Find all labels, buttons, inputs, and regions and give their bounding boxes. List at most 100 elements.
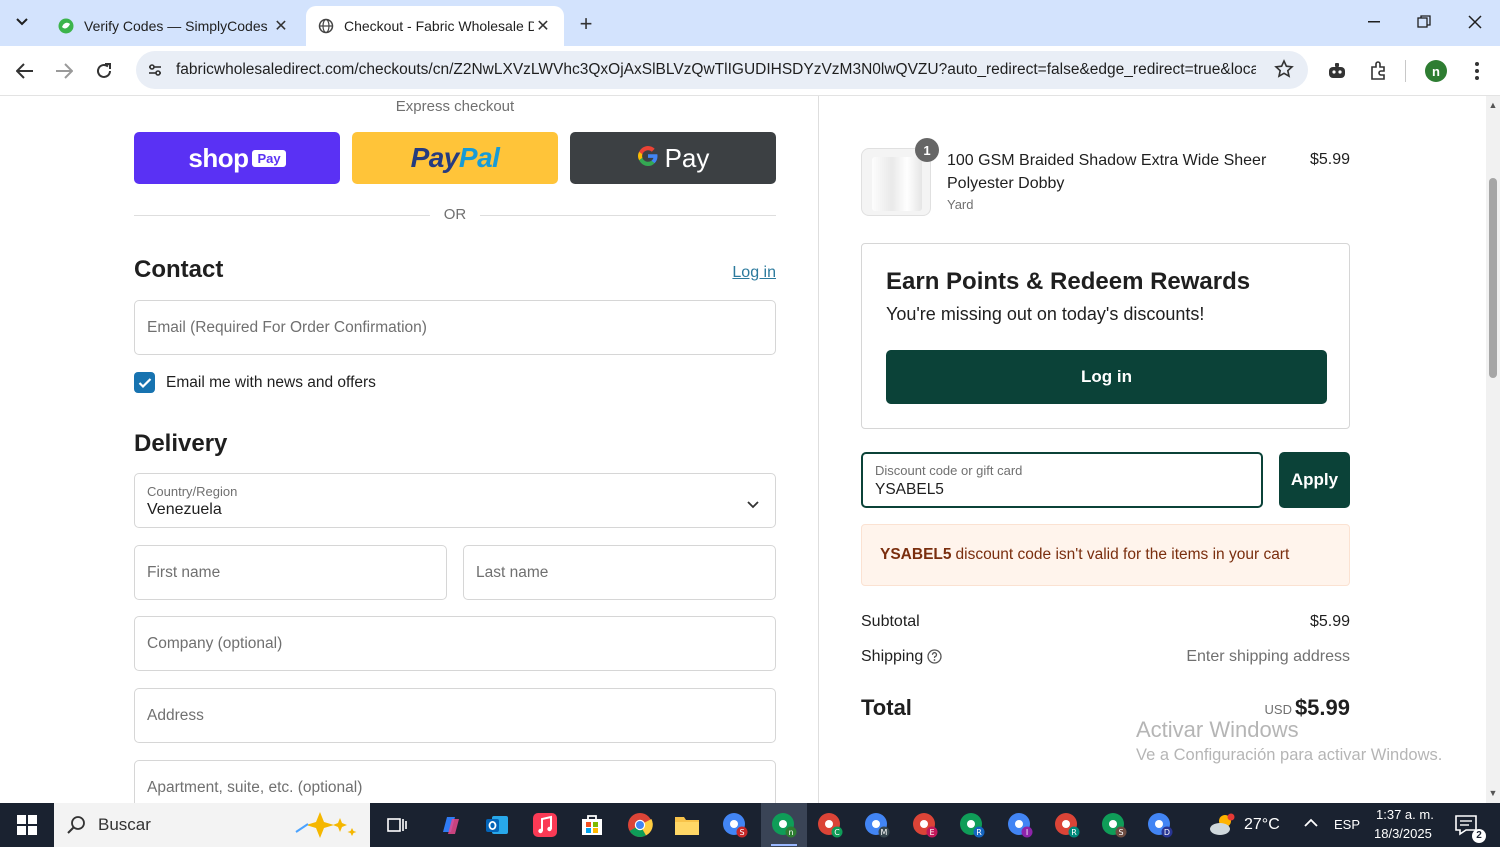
file-explorer-icon[interactable] xyxy=(671,809,703,841)
windows-activation-watermark-text: Ve a Configuración para activar Windows. xyxy=(1136,746,1443,764)
bookmark-star-icon[interactable] xyxy=(1274,59,1294,84)
chrome-profile-m-icon[interactable]: M xyxy=(861,809,893,841)
scrollbar-thumb[interactable] xyxy=(1489,178,1497,378)
chrome-profile-i-icon[interactable]: I xyxy=(1004,809,1036,841)
show-hidden-icons-chevron-icon[interactable] xyxy=(1304,815,1318,831)
new-tab-plus-icon[interactable]: + xyxy=(572,10,600,38)
close-window-icon[interactable] xyxy=(1457,8,1493,36)
clock-time[interactable]: 1:37 a. m. xyxy=(1376,807,1434,822)
shop-pay-button[interactable]: shop Pay xyxy=(134,132,340,184)
or-divider-left xyxy=(134,215,430,216)
email-field[interactable]: Email (Required For Order Confirmation) xyxy=(134,300,776,355)
weather-icon[interactable] xyxy=(1206,809,1238,841)
company-placeholder: Company (optional) xyxy=(147,635,283,652)
site-info-icon[interactable] xyxy=(140,55,170,85)
close-tab-icon[interactable]: ✕ xyxy=(272,17,290,35)
rewards-title: Earn Points & Redeem Rewards xyxy=(886,268,1251,295)
input-language[interactable]: ESP xyxy=(1334,817,1360,832)
tab-verify-codes[interactable]: Verify Codes — SimplyCodes ✕ xyxy=(46,6,302,46)
music-app-icon[interactable] xyxy=(529,809,561,841)
forward-icon[interactable] xyxy=(49,56,79,86)
chrome-profile-e-icon[interactable]: E xyxy=(909,809,941,841)
first-name-placeholder: First name xyxy=(147,564,221,581)
total-value: $5.99 xyxy=(1294,695,1350,720)
paypal-button[interactable]: PayPal xyxy=(352,132,558,184)
taskbar-search-box[interactable]: Buscar xyxy=(54,803,370,847)
country-select[interactable]: Country/Region Venezuela xyxy=(134,473,776,528)
windows-start-icon[interactable] xyxy=(0,803,54,847)
page-scrollbar[interactable]: ▲ ▼ xyxy=(1486,96,1500,803)
clock-date[interactable]: 18/3/2025 xyxy=(1374,826,1432,841)
apartment-field[interactable]: Apartment, suite, etc. (optional) xyxy=(134,760,776,803)
contact-heading: Contact xyxy=(134,256,224,283)
reload-icon[interactable] xyxy=(89,56,119,86)
quantity-badge: 1 xyxy=(915,138,939,162)
notification-count-badge: 2 xyxy=(1472,829,1486,843)
taskbar-search-label: Buscar xyxy=(98,815,151,834)
weather-temperature: 27°C xyxy=(1244,816,1280,833)
paypal-wordmark-part1: Pay xyxy=(410,142,460,173)
copilot-extension-icon[interactable] xyxy=(1322,56,1352,86)
chrome-profile-r-icon[interactable]: R xyxy=(956,809,988,841)
svg-text:S: S xyxy=(739,828,744,837)
google-pay-button[interactable]: Pay xyxy=(570,132,776,184)
close-tab-icon[interactable]: ✕ xyxy=(534,17,552,35)
extension-icon[interactable] xyxy=(1363,56,1393,86)
paypal-wordmark: PayPal xyxy=(411,142,500,174)
company-field[interactable]: Company (optional) xyxy=(134,616,776,671)
chrome-profile-d-icon[interactable]: D xyxy=(1144,809,1176,841)
outlook-app-icon[interactable] xyxy=(481,809,513,841)
chrome-profile-c-icon[interactable]: C xyxy=(814,809,846,841)
shipping-help-icon[interactable] xyxy=(927,649,942,664)
copilot-app-icon[interactable] xyxy=(434,809,466,841)
task-view-icon[interactable] xyxy=(381,809,413,841)
notifications-icon[interactable]: 2 xyxy=(1452,809,1486,843)
minimize-icon[interactable] xyxy=(1356,8,1392,36)
product-price: $5.99 xyxy=(1309,151,1350,168)
rewards-panel: Earn Points & Redeem Rewards You're miss… xyxy=(861,243,1350,429)
tab-search-chevron-icon[interactable] xyxy=(8,8,36,36)
delivery-heading: Delivery xyxy=(134,430,228,457)
chrome-app-icon[interactable] xyxy=(624,809,656,841)
product-image xyxy=(872,157,922,211)
microsoft-store-icon[interactable] xyxy=(576,809,608,841)
product-name: 100 GSM Braided Shadow Extra Wide Sheer … xyxy=(947,152,1267,192)
last-name-field[interactable]: Last name xyxy=(463,545,776,600)
subtotal-label: Subtotal xyxy=(861,613,920,630)
apply-discount-button[interactable]: Apply xyxy=(1279,452,1350,508)
google-pay-wordmark: Pay xyxy=(664,142,710,173)
svg-text:R: R xyxy=(1071,828,1077,837)
svg-text:n: n xyxy=(788,828,793,837)
apartment-placeholder: Apartment, suite, etc. (optional) xyxy=(147,779,363,796)
shop-pay-badge: Pay xyxy=(252,149,286,167)
search-icon xyxy=(66,815,86,840)
kebab-menu-icon[interactable] xyxy=(1462,56,1492,86)
restore-icon[interactable] xyxy=(1406,8,1442,36)
discount-code-field[interactable]: Discount code or gift card YSABEL5 xyxy=(861,452,1263,508)
shipping-label: Shipping xyxy=(861,648,924,665)
contact-login-link[interactable]: Log in xyxy=(700,264,776,282)
rewards-subtitle: You're missing out on today's discounts! xyxy=(886,304,1205,324)
address-field[interactable]: Address xyxy=(134,688,776,743)
first-name-field[interactable]: First name xyxy=(134,545,447,600)
rewards-login-button[interactable]: Log in xyxy=(886,350,1327,404)
svg-text:I: I xyxy=(1026,828,1028,837)
chevron-down-icon xyxy=(747,496,759,514)
windows-activation-watermark-title: Activar Windows xyxy=(1136,717,1299,742)
address-bar[interactable]: fabricwholesaledirect.com/checkouts/cn/Z… xyxy=(136,51,1308,89)
chrome-profile-n-icon[interactable]: n xyxy=(768,809,800,841)
address-placeholder: Address xyxy=(147,707,204,724)
chrome-profile-s2-icon[interactable]: S xyxy=(1098,809,1130,841)
paypal-wordmark-part2: Pal xyxy=(458,142,500,173)
back-icon[interactable] xyxy=(10,56,40,86)
chrome-profile-r2-icon[interactable]: R xyxy=(1051,809,1083,841)
total-currency: USD xyxy=(1264,702,1292,717)
svg-text:S: S xyxy=(1118,828,1123,837)
tab-checkout[interactable]: Checkout - Fabric Wholesale Di ✕ xyxy=(306,6,564,46)
scroll-up-arrow-icon[interactable]: ▲ xyxy=(1488,100,1498,110)
chrome-profile-s-icon[interactable]: S xyxy=(719,809,751,841)
newsletter-checkbox[interactable] xyxy=(134,372,155,393)
scroll-down-arrow-icon[interactable]: ▼ xyxy=(1488,788,1498,798)
profile-avatar[interactable]: n xyxy=(1425,60,1447,82)
tab-title: Verify Codes — SimplyCodes xyxy=(84,18,268,34)
